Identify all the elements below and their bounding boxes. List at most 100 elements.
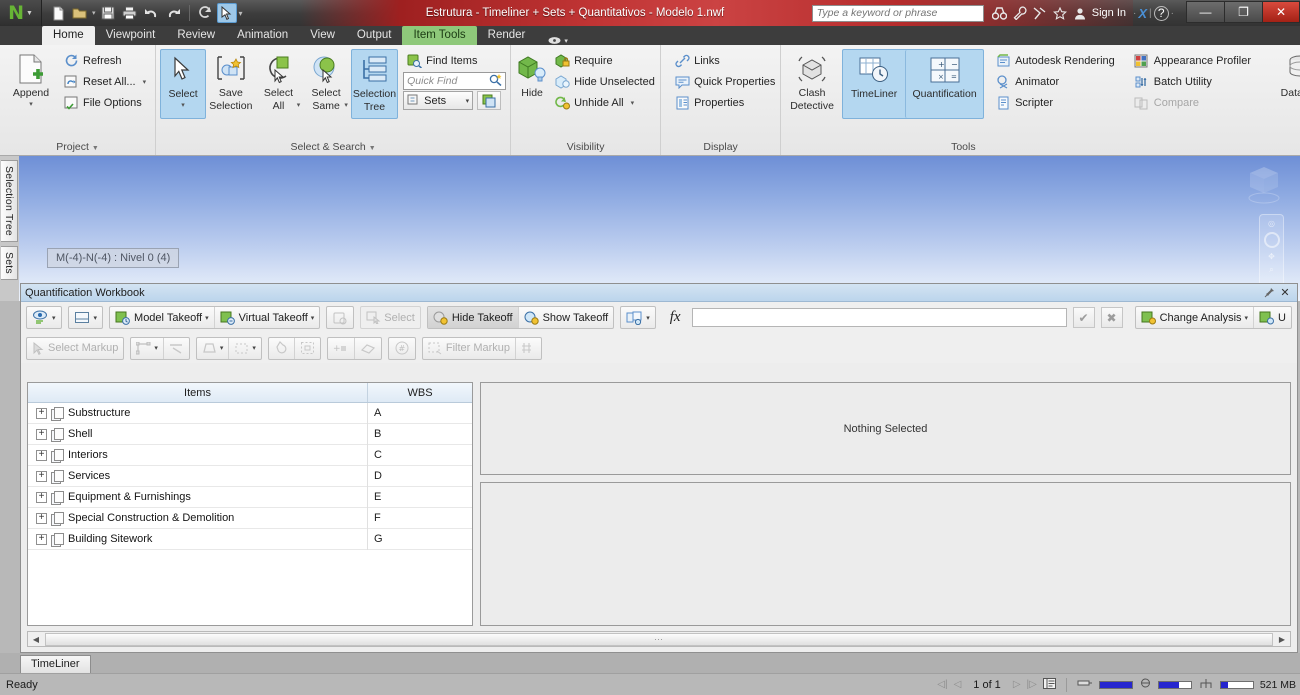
expand-icon[interactable]: + — [36, 449, 47, 461]
markup-line-caret-icon[interactable]: ▾ — [154, 344, 158, 352]
change-analysis-button[interactable]: Change Analysis ▾ — [1136, 307, 1255, 328]
satellite-icon[interactable] — [1030, 3, 1050, 23]
formula-accept-button[interactable]: ✔ — [1072, 307, 1095, 328]
select-markup-button[interactable]: Select Markup — [27, 338, 123, 359]
append-caret-icon[interactable]: ▾ — [29, 99, 33, 111]
undo-icon[interactable] — [142, 3, 162, 23]
refresh-icon[interactable] — [195, 3, 215, 23]
layout-caret-icon[interactable]: ▾ — [94, 314, 98, 322]
table-row[interactable]: + Interiors C — [28, 444, 472, 466]
nav-pan-icon[interactable]: ✥ — [1268, 252, 1275, 261]
reset-all-caret-icon[interactable]: ▾ — [143, 78, 147, 86]
user-account-icon[interactable] — [1070, 3, 1090, 23]
virtual-takeoff-caret-icon[interactable]: ▾ — [311, 314, 315, 322]
tab-review[interactable]: Review — [166, 26, 226, 45]
close-button[interactable]: ✕ — [1262, 1, 1300, 23]
model-takeoff-caret-icon[interactable]: ▾ — [205, 314, 209, 322]
filter-markup-button[interactable]: Filter Markup — [423, 337, 517, 359]
takeoff-copy-button[interactable] — [327, 307, 353, 328]
sets-dropdown[interactable]: Sets ▾ — [403, 91, 474, 110]
last-page-icon[interactable]: |▷ — [1027, 679, 1037, 690]
table-row[interactable]: + Special Construction & Demolition F — [28, 507, 472, 529]
require-button[interactable]: Require — [551, 51, 660, 71]
refresh-button[interactable]: Refresh — [60, 51, 151, 71]
autodesk-rendering-button[interactable]: Autodesk Rendering — [992, 51, 1120, 71]
takeoff-options-caret-icon[interactable]: ▾ — [646, 314, 650, 322]
quick-find-input[interactable]: Quick Find — [403, 72, 507, 90]
binoculars-icon[interactable] — [990, 3, 1010, 23]
qat-dropdown-icon[interactable]: ▾ — [239, 9, 243, 18]
markup-erase-button[interactable] — [355, 338, 381, 359]
scroll-left-icon[interactable]: ◀ — [28, 632, 44, 646]
expand-icon[interactable]: + — [36, 407, 47, 419]
nav-steering-wheel-icon[interactable]: ◎ — [1268, 219, 1275, 228]
search-box[interactable] — [811, 4, 984, 22]
select-caret-icon[interactable]: ▾ — [181, 100, 185, 112]
column-header-items[interactable]: Items — [28, 383, 368, 402]
tab-home[interactable]: Home — [42, 26, 95, 45]
table-row[interactable]: + Equipment & Furnishings E — [28, 486, 472, 508]
navigation-bar[interactable]: ◎ ✥ ⌕ — [1259, 214, 1284, 292]
star-icon[interactable] — [1050, 3, 1070, 23]
help-icon[interactable]: ? — [1153, 5, 1169, 21]
search-input[interactable] — [816, 7, 979, 19]
select-same-caret-icon[interactable]: ▾ — [344, 100, 348, 112]
new-file-icon[interactable] — [48, 3, 68, 23]
reset-all-button[interactable]: Reset All... ▾ — [60, 72, 151, 92]
timeliner-button[interactable]: TimeLiner — [843, 50, 905, 118]
hide-unselected-button[interactable]: Hide Unselected — [551, 72, 660, 92]
markup-area-button[interactable]: ▾ — [197, 337, 230, 359]
project-panel-caret-icon[interactable]: ▼ — [92, 145, 99, 152]
hide-button[interactable]: Hide — [515, 49, 549, 99]
markup-region-caret-icon[interactable]: ▾ — [252, 344, 256, 352]
expand-icon[interactable]: + — [36, 491, 47, 503]
tab-render[interactable]: Render — [477, 26, 537, 45]
view-cube[interactable] — [1241, 162, 1287, 211]
table-row[interactable]: + Substructure A — [28, 403, 472, 424]
properties-button[interactable]: Properties — [671, 93, 780, 113]
markup-region-button[interactable]: ▾ — [229, 338, 261, 359]
view-mode-caret-icon[interactable]: ▾ — [52, 314, 56, 322]
application-menu-button[interactable]: N ▼ — [0, 0, 42, 26]
wrench-icon[interactable] — [1010, 3, 1030, 23]
expand-icon[interactable]: + — [36, 470, 47, 482]
workbook-horizontal-scrollbar[interactable]: ◀ ⋯ ▶ — [27, 631, 1291, 647]
open-dropdown-icon[interactable]: ▾ — [92, 9, 96, 17]
ribbon-options-icon[interactable]: ▾ — [548, 36, 568, 45]
autodesk-exchange-icon[interactable]: X — [1138, 6, 1147, 21]
markup-add-button[interactable]: + — [328, 337, 355, 359]
takeoff-options-button[interactable]: ▾ — [621, 307, 655, 328]
quick-find-search-icon[interactable] — [489, 73, 502, 89]
side-tab-sets[interactable]: Sets — [1, 245, 18, 280]
close-icon[interactable]: ✕ — [1277, 286, 1293, 300]
prev-page-icon[interactable]: ◁ — [954, 679, 962, 690]
tab-animation[interactable]: Animation — [226, 26, 299, 45]
model-takeoff-button[interactable]: Model Takeoff ▾ — [110, 307, 215, 328]
markup-paint-button[interactable] — [269, 337, 295, 359]
quick-properties-button[interactable]: Quick Properties — [671, 72, 780, 92]
unhide-all-caret-icon[interactable]: ▾ — [631, 99, 635, 107]
append-button[interactable]: Append ▾ — [4, 49, 58, 111]
sign-in-button[interactable]: Sign In — [1090, 7, 1131, 19]
update-button[interactable]: U — [1254, 307, 1291, 328]
view-mode-button[interactable]: ▾ — [27, 307, 61, 328]
change-analysis-caret-icon[interactable]: ▾ — [1245, 314, 1249, 322]
minimize-button[interactable]: — — [1186, 1, 1224, 23]
select-cursor-icon[interactable] — [216, 3, 237, 23]
open-file-icon[interactable] — [70, 3, 90, 23]
scroll-right-icon[interactable]: ▶ — [1274, 632, 1290, 646]
markup-measure-button[interactable] — [164, 338, 189, 359]
scroll-thumb[interactable]: ⋯ — [45, 632, 1273, 646]
nav-zoom-icon[interactable]: ⌕ — [1269, 265, 1273, 275]
compare-button[interactable]: Compare — [1131, 93, 1256, 113]
table-row[interactable]: + Building Sitework G — [28, 528, 472, 550]
markup-area-caret-icon[interactable]: ▾ — [220, 344, 224, 352]
sheet-browser-icon[interactable] — [1042, 677, 1056, 692]
formula-input[interactable] — [691, 308, 1067, 327]
markup-count-button[interactable]: # — [389, 338, 415, 359]
unhide-all-button[interactable]: Unhide All ▾ — [551, 93, 660, 113]
show-takeoff-button[interactable]: Show Takeoff — [519, 307, 614, 328]
clash-detective-button[interactable]: Clash Detective — [785, 49, 839, 112]
select-all-caret-icon[interactable]: ▾ — [297, 100, 301, 112]
tab-output[interactable]: Output — [346, 26, 403, 45]
